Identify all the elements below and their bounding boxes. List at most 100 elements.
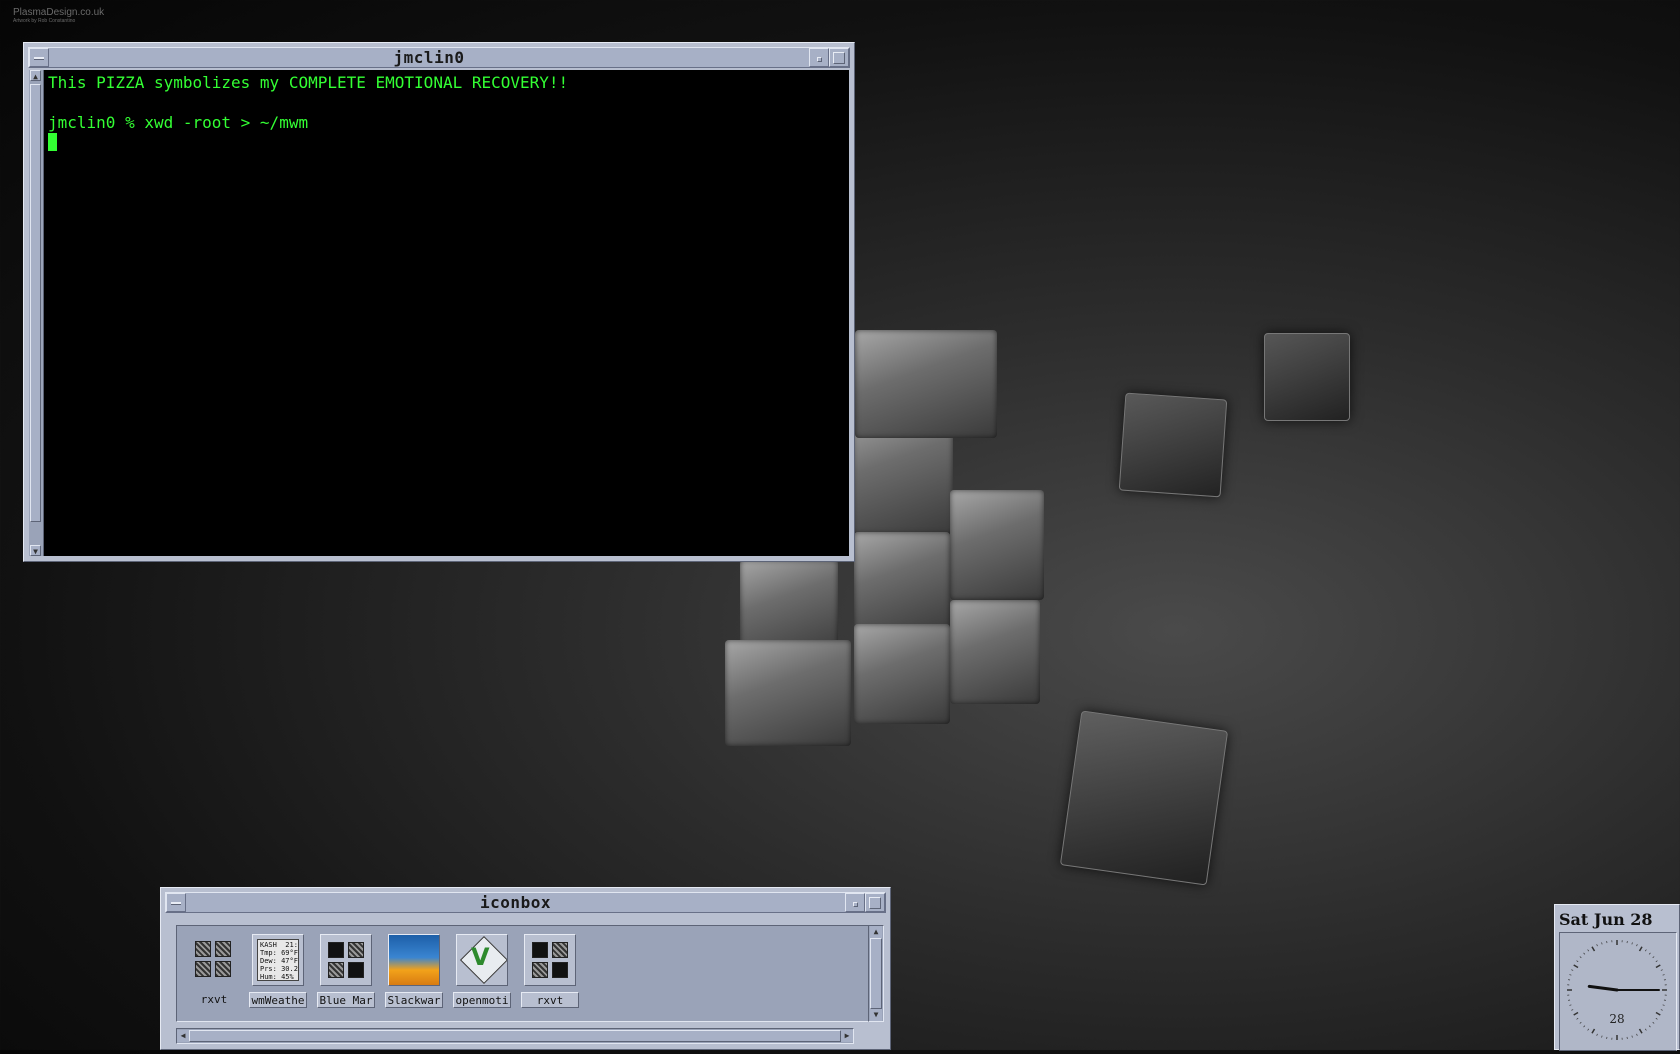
wallpaper-cube [950,490,1044,600]
clock-tick [1656,961,1658,962]
icon-label: rxvt [521,992,579,1008]
iconified-window-rxvt[interactable]: rxvt [185,932,243,1010]
icon-label: Slackwar [385,992,443,1008]
terminal-line: This PIZZA symbolizes my COMPLETE EMOTIO… [48,73,845,93]
clock-tick [1663,975,1665,976]
clock-widget[interactable]: Sat Jun 28 28 [1554,904,1680,1050]
scrollbar-thumb[interactable] [870,938,882,1009]
clock-day-number: 28 [1609,1012,1624,1026]
weather-readout: KASH 21:5 Tmp: 69°F Dew: 47°F Prs: 30.26… [257,939,299,981]
window-menu-button[interactable] [29,48,49,67]
clock-tick [1571,970,1573,971]
clock-tick [1577,961,1579,962]
clock-tick [1632,942,1633,944]
wallpaper-glass-cube [1119,393,1228,498]
wallpaper-credit: PlasmaDesign.co.uk Artwork by Rob Consta… [13,8,104,24]
terminal-grid-icon [188,934,240,986]
maximize-button[interactable] [865,893,885,912]
clock-tick [1645,950,1646,952]
icon-label: wmWeathe [249,992,307,1008]
scrollbar-thumb[interactable] [189,1030,841,1042]
title-bar[interactable]: iconbox [165,892,886,913]
window-title: iconbox [186,893,845,912]
iconified-window-openmotif[interactable]: V openmoti [453,932,511,1010]
clock-tick [1571,1010,1573,1011]
terminal-scrollbar[interactable]: ▲ ▼ [29,70,44,556]
clock-tick [1574,965,1578,968]
window-grid-icon [524,934,576,986]
clock-tick [1584,953,1585,954]
scroll-right-arrow-icon[interactable]: ▶ [841,1030,853,1042]
terminal-output[interactable]: This PIZZA symbolizes my COMPLETE EMOTIO… [44,70,849,556]
clock-tick [1632,1036,1633,1038]
slackware-icon [388,934,440,986]
terminal-line [48,93,845,113]
iconbox-vertical-scrollbar[interactable]: ▲ ▼ [868,925,884,1022]
clock-tick [1588,1029,1589,1031]
terminal-window[interactable]: jmclin0 ▲ ▼ This PIZZA symbolizes my COM… [23,42,855,562]
iconbox-window[interactable]: iconbox rxvt KASH 21:5 Tmp: 69°F Dew: 47… [160,887,891,1050]
minimize-button[interactable] [809,48,829,67]
clock-tick [1592,947,1595,951]
clock-tick [1597,1034,1598,1036]
scroll-left-arrow-icon[interactable]: ◀ [177,1030,189,1042]
terminal-line: jmclin0 % xwd -root > ~/mwm [48,113,845,133]
clock-tick [1602,1036,1603,1038]
window-menu-button[interactable] [166,893,186,912]
iconified-window-bluemar[interactable]: Blue Mar [317,932,375,1010]
wallpaper-cube [854,532,950,632]
clock-tick [1577,1018,1579,1019]
wallpaper-credit-line: PlasmaDesign.co.uk [13,8,104,18]
wallpaper-cube [854,624,950,724]
title-bar[interactable]: jmclin0 [28,47,850,68]
terminal-area[interactable]: ▲ ▼ This PIZZA symbolizes my COMPLETE EM… [29,70,849,556]
wallpaper-credit-subline: Artwork by Rob Constantino [13,18,104,24]
terminal-prompt-line [48,133,845,153]
window-grid-icon [320,934,372,986]
scroll-up-arrow-icon[interactable]: ▲ [870,926,882,938]
iconified-window-rxvt-2[interactable]: rxvt [521,932,579,1010]
scroll-up-arrow-icon[interactable]: ▲ [30,70,41,81]
clock-tick [1574,1013,1578,1016]
clock-tick [1584,1026,1585,1027]
wallpaper-cube [950,600,1040,704]
iconified-window-wmweather[interactable]: KASH 21:5 Tmp: 69°F Dew: 47°F Prs: 30.26… [249,932,307,1010]
clock-tick [1656,1013,1660,1016]
iconified-window-slackware[interactable]: Slackwar [385,932,443,1010]
scrollbar-thumb[interactable] [30,84,41,522]
icon-label: rxvt [185,992,243,1008]
clock-tick [1640,1029,1643,1033]
clock-date: Sat Jun 28 [1559,910,1653,929]
wallpaper-glass-cube [1264,333,1350,421]
analog-clock: 28 [1559,932,1677,1051]
weather-icon: KASH 21:5 Tmp: 69°F Dew: 47°F Prs: 30.26… [252,934,304,986]
clock-hour-hand [1589,986,1617,990]
wallpaper-glass-cube [1060,710,1228,885]
maximize-button[interactable] [829,48,849,67]
window-title: jmclin0 [49,48,809,67]
clock-tick [1597,944,1598,946]
clock-tick [1637,944,1638,946]
icon-label: openmoti [453,992,511,1008]
iconbox-area: rxvt KASH 21:5 Tmp: 69°F Dew: 47°F Prs: … [176,925,869,1022]
clock-tick [1569,1005,1571,1006]
clock-tick [1661,970,1663,971]
clock-tick [1602,942,1603,944]
clock-tick [1592,1029,1595,1033]
iconbox-horizontal-scrollbar[interactable]: ◀ ▶ [176,1028,854,1044]
clock-tick [1653,1022,1654,1023]
clock-tick [1649,953,1650,954]
scroll-down-arrow-icon[interactable]: ▼ [870,1009,882,1021]
clock-tick [1580,957,1581,958]
clock-tick [1645,1029,1646,1031]
minimize-button[interactable] [845,893,865,912]
clock-tick [1649,1026,1650,1027]
icon-label: Blue Mar [317,992,375,1008]
clock-tick [1656,1018,1658,1019]
clock-tick [1637,1034,1638,1036]
vim-icon: V [456,934,508,986]
text-cursor [48,133,57,151]
scroll-down-arrow-icon[interactable]: ▼ [30,545,41,556]
clock-face-icon: 28 [1560,933,1676,1050]
clock-tick [1653,957,1654,958]
